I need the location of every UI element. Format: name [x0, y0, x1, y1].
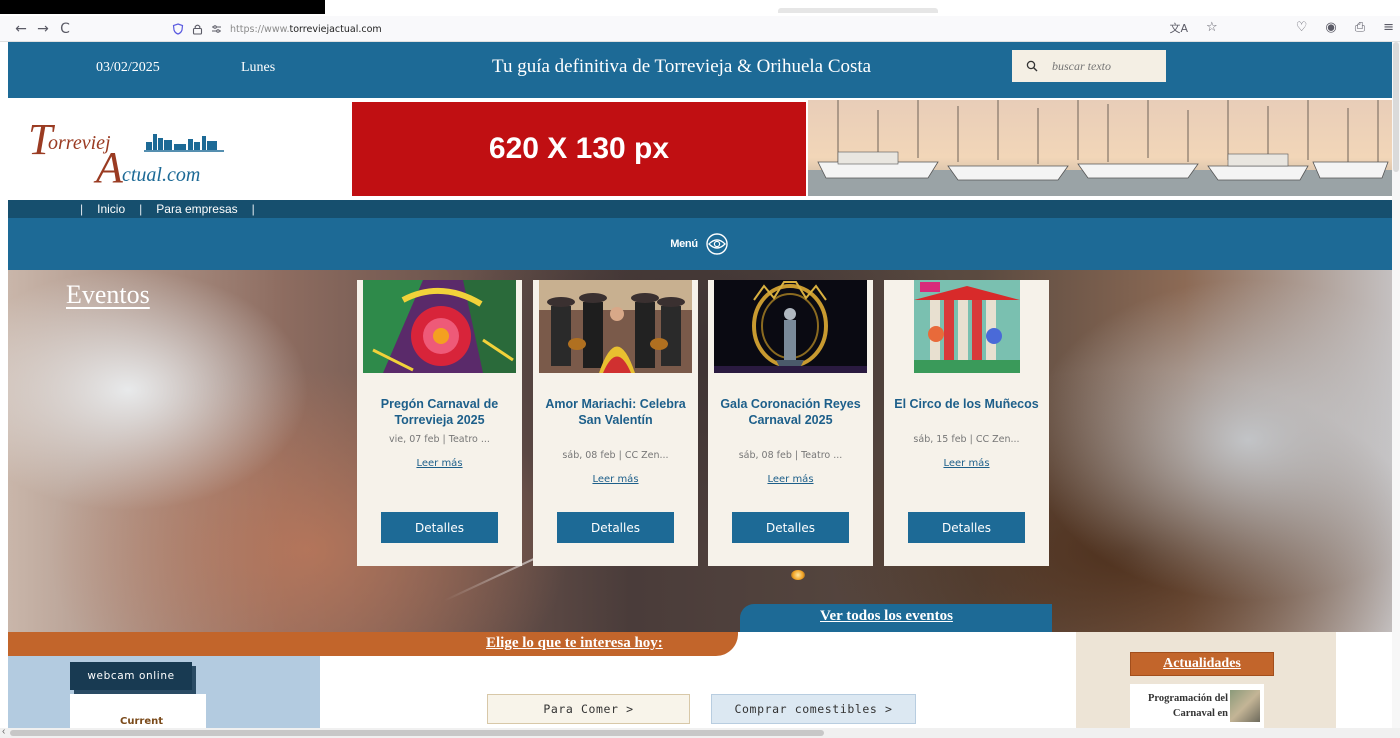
horizontal-scroll-thumb[interactable]	[10, 730, 824, 736]
read-more-link[interactable]: Leer más	[533, 474, 698, 485]
webcam-card[interactable]: Current	[70, 694, 206, 728]
event-meta: sáb, 08 feb | Teatro ...	[738, 450, 843, 461]
current-date: 03/02/2025	[96, 60, 160, 75]
account-icon[interactable]: ◉	[1325, 20, 1336, 36]
event-card[interactable]: El Circo de los Muñecos sáb, 15 feb | CC…	[884, 280, 1049, 566]
menu-label: Menú	[670, 238, 698, 250]
top-nav: | Inicio | Para empresas |	[8, 200, 1392, 218]
skyline-icon	[144, 134, 224, 152]
details-button[interactable]: Detalles	[381, 512, 498, 543]
harbor-photo	[808, 100, 1392, 196]
comprar-comestibles-button[interactable]: Comprar comestibles >	[711, 694, 916, 724]
nav-divider: |	[139, 202, 143, 216]
event-card[interactable]: Gala Coronación Reyes Carnaval 2025 sáb,…	[708, 280, 873, 566]
event-card[interactable]: Amor Mariachi: Celebra San Valentín sáb,…	[533, 280, 698, 566]
header-banner-row: T orreviej A ctual.com 620 X 130 px	[8, 98, 1392, 200]
event-title[interactable]: Amor Mariachi: Celebra San Valentín	[537, 396, 694, 428]
event-meta: vie, 07 feb | Teatro ...	[389, 434, 490, 445]
news-item[interactable]: Programación del Carnaval en	[1130, 684, 1264, 728]
event-title[interactable]: El Circo de los Muñecos	[888, 396, 1045, 412]
webcam-button[interactable]: webcam online	[70, 662, 192, 690]
event-title[interactable]: Pregón Carnaval de Torrevieja 2025	[361, 396, 518, 428]
nav-divider: |	[80, 202, 84, 216]
interest-banner: Elige lo que te interesa hoy:	[8, 632, 738, 656]
top-black-strip	[0, 0, 325, 14]
browser-toolbar: ← → C https://www.torreviejactual.com 文A…	[0, 16, 1400, 42]
event-image-carnival-poster	[363, 280, 516, 373]
news-sidebar: Actualidades Programación del Carnaval e…	[1076, 632, 1336, 728]
read-more-link[interactable]: Leer más	[884, 458, 1049, 469]
sparkler-glow	[791, 570, 805, 580]
forward-button[interactable]: →	[32, 21, 54, 37]
current-label: Current	[120, 716, 164, 727]
read-more-link[interactable]: Leer más	[357, 458, 522, 469]
scroll-left-icon[interactable]: ‹	[2, 726, 5, 737]
menu-icon[interactable]: ≡	[1383, 20, 1394, 36]
event-title[interactable]: Gala Coronación Reyes Carnaval 2025	[712, 396, 869, 428]
extensions-icon[interactable]: ⎙	[1355, 20, 1365, 36]
site-logo[interactable]: T orreviej A ctual.com	[28, 114, 238, 192]
horizontal-scrollbar[interactable]: ‹	[0, 726, 1400, 738]
event-meta: sáb, 08 feb | CC Zen...	[562, 450, 669, 461]
current-day: Lunes	[241, 60, 276, 75]
pocket-icon[interactable]: ♡	[1296, 20, 1308, 36]
url-domain: torreviejactual.com	[289, 23, 382, 35]
site-top-bar: 03/02/2025 Lunes Tu guía definitiva de T…	[8, 42, 1392, 98]
details-button[interactable]: Detalles	[732, 512, 849, 543]
see-all-events-link[interactable]: Ver todos los eventos	[740, 604, 1052, 632]
search-input[interactable]	[1052, 58, 1152, 74]
interest-title[interactable]: Elige lo que te interesa hoy:	[486, 635, 663, 652]
star-icon[interactable]: ☆	[1206, 20, 1218, 36]
back-button[interactable]: ←	[10, 21, 32, 37]
menu-toggle[interactable]: Menú	[8, 218, 1392, 270]
lock-icon[interactable]	[192, 23, 203, 35]
permissions-icon[interactable]	[211, 24, 222, 34]
details-button[interactable]: Detalles	[557, 512, 674, 543]
url-prefix: https://www.	[230, 23, 290, 35]
browser-tab-edge	[778, 8, 938, 13]
nav-divider: |	[251, 202, 255, 216]
nav-inicio[interactable]: Inicio	[97, 202, 125, 216]
browser-right-icons: 文A ☆ ♡ ◉ ⎙ ≡	[1170, 20, 1395, 36]
logo-text-ctual: ctual.com	[122, 164, 201, 186]
news-thumbnail	[1230, 690, 1260, 722]
site-tagline: Tu guía definitiva de Torrevieja & Orihu…	[492, 56, 872, 77]
event-image-mariachi	[539, 280, 692, 373]
vertical-scrollbar[interactable]	[1392, 42, 1400, 728]
logo-letter-a: A	[96, 143, 123, 192]
event-image-gala	[714, 280, 867, 373]
search-icon[interactable]	[1026, 60, 1038, 72]
nav-para-empresas[interactable]: Para empresas	[156, 202, 237, 216]
search-box[interactable]	[1012, 50, 1166, 82]
actualidades-button[interactable]: Actualidades	[1130, 652, 1274, 676]
event-meta: sáb, 15 feb | CC Zen...	[913, 434, 1020, 445]
ad-banner-placeholder[interactable]: 620 X 130 px	[352, 102, 806, 196]
event-image-circus	[890, 280, 1043, 373]
translate-icon[interactable]: 文A	[1170, 20, 1189, 36]
events-title[interactable]: Eventos	[66, 280, 150, 310]
event-card[interactable]: Pregón Carnaval de Torrevieja 2025 vie, …	[357, 280, 522, 566]
details-button[interactable]: Detalles	[908, 512, 1025, 543]
news-item-title[interactable]: Programación del Carnaval en	[1140, 691, 1228, 721]
para-comer-button[interactable]: Para Comer >	[487, 694, 690, 724]
read-more-link[interactable]: Leer más	[708, 474, 873, 485]
reload-button[interactable]: C	[54, 21, 76, 37]
events-hero: Eventos Pregón Carnaval de Torrevieja 20…	[8, 270, 1392, 632]
shield-icon[interactable]	[172, 23, 184, 35]
vertical-scroll-thumb[interactable]	[1393, 42, 1399, 172]
eye-icon	[706, 233, 728, 255]
url-text[interactable]: https://www.torreviejactual.com	[230, 24, 382, 35]
address-bar[interactable]: https://www.torreviejactual.com	[172, 19, 1216, 39]
